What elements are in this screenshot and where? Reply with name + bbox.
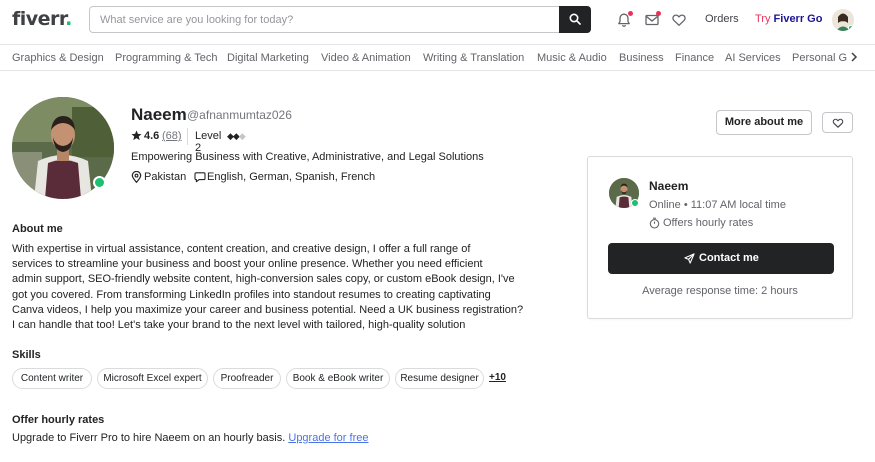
top-header: fiverr. Orders Try Fiverr Go [0, 0, 875, 40]
location-pin-icon [131, 171, 142, 183]
about-line: services to streamline your business and… [12, 258, 483, 271]
about-line: Canva videos, I help you maximize your c… [12, 303, 524, 316]
messages-button[interactable] [644, 11, 661, 28]
contact-card: Naeem Online • 11:07 AM local time Offer… [587, 156, 853, 319]
divider [187, 128, 188, 145]
language-chat-icon [194, 172, 206, 183]
category-programming-tech[interactable]: Programming & Tech [115, 52, 218, 64]
chevron-right-icon [851, 52, 858, 62]
offer-hourly-heading: Offer hourly rates [12, 414, 105, 426]
card-status: Online • 11:07 AM local time [649, 199, 786, 211]
notification-badge [628, 11, 633, 16]
star-icon [131, 130, 142, 141]
category-finance[interactable]: Finance [675, 52, 714, 64]
level-diamonds-icon: ◆◆◆ [227, 131, 246, 141]
category-personal-growth[interactable]: Personal Gr [792, 52, 851, 64]
message-badge [656, 11, 661, 16]
category-business[interactable]: Business [619, 52, 664, 64]
about-text: With expertise in virtual assistance, co… [12, 242, 524, 333]
category-scroll-right[interactable] [847, 50, 861, 64]
seller-tagline: Empowering Business with Creative, Admin… [131, 151, 484, 163]
fiverr-logo[interactable]: fiverr. [12, 8, 72, 30]
notifications-button[interactable] [616, 11, 633, 28]
send-icon [684, 253, 695, 264]
search-bar [89, 6, 591, 33]
seller-username: @afnanmumtaz026 [187, 108, 292, 122]
heart-icon [832, 118, 844, 128]
location-text: Pakistan [144, 171, 187, 183]
more-about-me-button[interactable]: More about me [716, 110, 812, 135]
hourly-rates-text: Offers hourly rates [663, 217, 754, 229]
about-heading: About me [12, 223, 63, 235]
profile-online-dot [93, 176, 106, 189]
contact-me-button[interactable]: Contact me [608, 243, 834, 274]
location-languages-row: Pakistan English, German, Spanish, Frenc… [131, 171, 431, 185]
about-line: With expertise in virtual assistance, co… [12, 243, 471, 255]
category-music-audio[interactable]: Music & Audio [537, 52, 607, 64]
try-fiverr-go-link[interactable]: Try Fiverr Go [755, 13, 822, 25]
languages-text: English, German, Spanish, French [207, 171, 376, 183]
category-ai-services[interactable]: AI Services [725, 52, 781, 64]
skill-chip[interactable]: Content writer [12, 368, 92, 389]
category-graphics-design[interactable]: Graphics & Design [12, 52, 104, 64]
stopwatch-icon [649, 217, 660, 229]
category-video-animation[interactable]: Video & Animation [321, 52, 411, 64]
seller-name: Naeem [131, 105, 187, 124]
about-line: got you covered. From transforming Linke… [12, 288, 491, 301]
upgrade-for-free-link[interactable]: Upgrade for free [288, 432, 368, 444]
card-online-dot [631, 199, 639, 207]
skill-chip[interactable]: Microsoft Excel expert [97, 368, 208, 389]
online-status-dot [848, 25, 854, 31]
about-line: admin support, SEO-friendly website cont… [12, 273, 515, 286]
more-skills-link[interactable]: +10 [489, 372, 506, 383]
orders-link[interactable]: Orders [705, 13, 739, 25]
heart-icon [672, 14, 686, 26]
search-icon [569, 13, 581, 25]
rating-value: 4.6 [144, 130, 160, 142]
skill-chip[interactable]: Resume designer [395, 368, 484, 389]
user-avatar[interactable] [832, 9, 854, 31]
category-writing-translation[interactable]: Writing & Translation [423, 52, 524, 64]
category-nav: Graphics & Design Programming & Tech Dig… [0, 44, 875, 71]
about-line: I can handle that too! Let's take your b… [12, 319, 466, 332]
skill-chip[interactable]: Proofreader [213, 368, 281, 389]
review-count-link[interactable]: (68) [162, 130, 182, 142]
search-input[interactable] [90, 7, 560, 32]
skills-heading: Skills [12, 349, 41, 361]
favorites-button[interactable] [671, 12, 687, 28]
contact-me-label: Contact me [699, 252, 759, 264]
offer-hourly-text: Upgrade to Fiverr Pro to hire Naeem on a… [12, 432, 368, 444]
category-digital-marketing[interactable]: Digital Marketing [227, 52, 309, 64]
card-seller-name: Naeem [649, 179, 689, 193]
offer-hourly-description: Upgrade to Fiverr Pro to hire Naeem on a… [12, 432, 286, 444]
skill-chip[interactable]: Book & eBook writer [286, 368, 390, 389]
average-response-time: Average response time: 2 hours [642, 285, 798, 297]
save-seller-button[interactable] [822, 112, 853, 133]
search-button[interactable] [559, 6, 591, 33]
